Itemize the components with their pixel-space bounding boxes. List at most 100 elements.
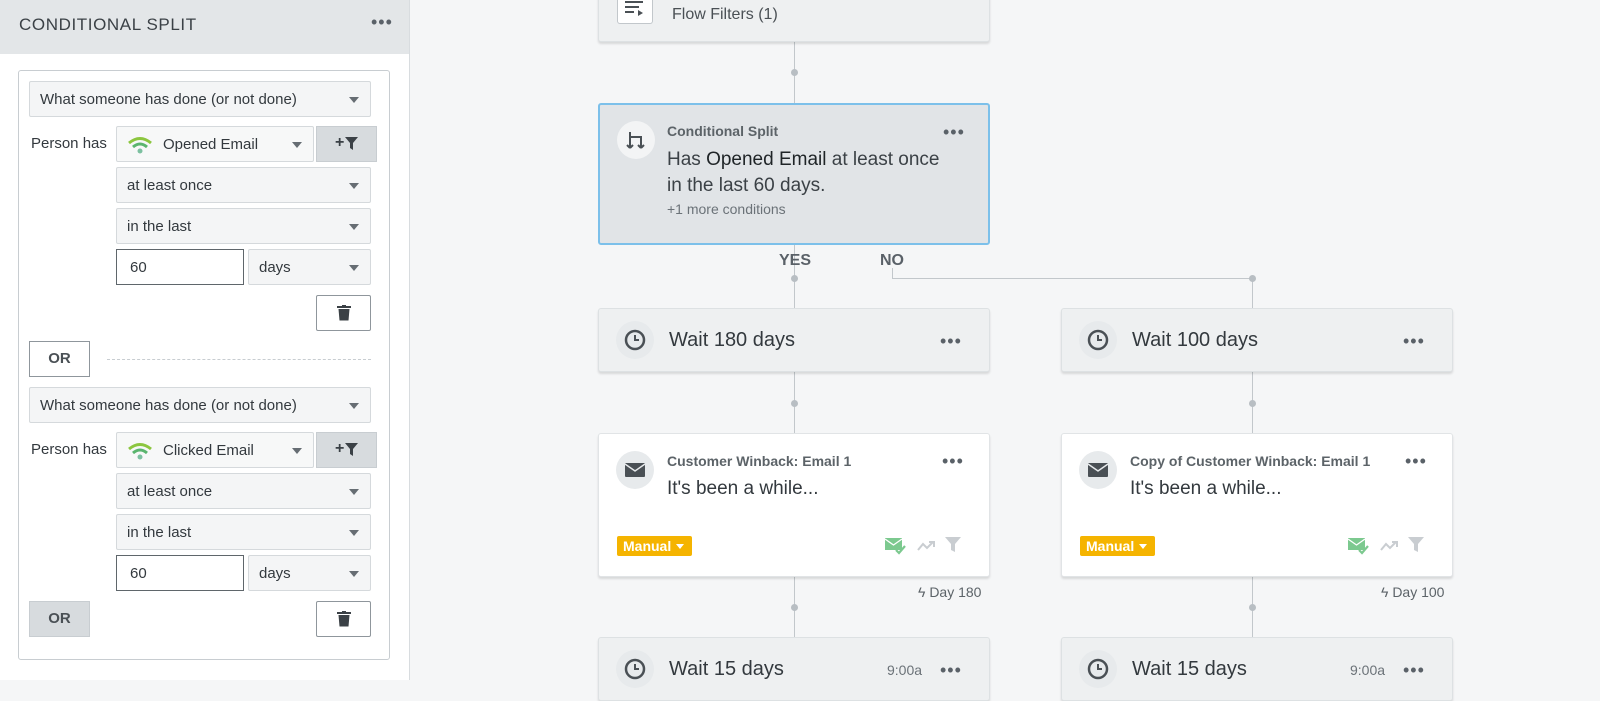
- wait-card[interactable]: Wait 15 days 9:00a •••: [1061, 637, 1453, 701]
- unit-select[interactable]: days: [248, 555, 371, 591]
- wait-card[interactable]: Wait 100 days •••: [1061, 308, 1453, 372]
- add-filter-button[interactable]: +: [316, 126, 377, 162]
- utm-tracking-icon: [917, 541, 935, 551]
- clock-icon: [624, 329, 646, 351]
- sidebar-panel: CONDITIONAL SPLIT ••• What someone has d…: [0, 0, 410, 680]
- frequency-select[interactable]: at least once: [116, 473, 371, 509]
- yes-branch-label: YES: [779, 252, 812, 269]
- utm-tracking-icon: [1380, 541, 1398, 551]
- chevron-down-icon: [292, 448, 302, 454]
- sidebar-header: CONDITIONAL SPLIT •••: [0, 0, 409, 54]
- metric-select[interactable]: Clicked Email: [116, 432, 314, 468]
- timeframe-select[interactable]: in the last: [116, 208, 371, 244]
- filter-icon: [345, 137, 358, 150]
- clock-icon: [1087, 658, 1109, 680]
- delete-condition-button[interactable]: [316, 601, 371, 637]
- status-label: Manual: [1086, 538, 1135, 554]
- email-card[interactable]: Customer Winback: Email 1 ••• It's been …: [598, 433, 990, 577]
- smart-sending-icon: [885, 538, 906, 555]
- connector-dot: [791, 275, 798, 282]
- wait-card[interactable]: Wait 180 days •••: [598, 308, 990, 372]
- wait-card[interactable]: Wait 15 days 9:00a •••: [598, 637, 990, 701]
- split-more-conditions: +1 more conditions: [667, 201, 786, 217]
- chevron-down-icon: [349, 403, 359, 409]
- more-dots-icon[interactable]: •••: [1403, 661, 1425, 679]
- email-title: Copy of Customer Winback: Email 1: [1130, 453, 1371, 469]
- conditions-box: What someone has done (or not done) Pers…: [18, 70, 390, 660]
- add-filter-button[interactable]: +: [316, 432, 377, 468]
- condition-type-value: What someone has done (or not done): [40, 397, 297, 414]
- amount-value: 60: [130, 259, 147, 276]
- day-label: ϟ Day 180: [918, 584, 981, 600]
- more-dots-icon[interactable]: •••: [1405, 452, 1427, 470]
- clock-icon-circle: [1079, 650, 1117, 688]
- split-icon-circle: [617, 121, 655, 159]
- more-dots-icon[interactable]: •••: [940, 332, 962, 350]
- sidebar-title: CONDITIONAL SPLIT: [19, 15, 197, 34]
- add-or-button[interactable]: OR: [29, 601, 90, 637]
- envelope-icon-circle: [616, 451, 654, 489]
- wait-label: Wait 15 days: [669, 658, 784, 680]
- split-text-line2: in the last 60 days.: [667, 175, 826, 196]
- wait-time: 9:00a: [887, 662, 923, 678]
- manual-status-badge[interactable]: Manual: [1080, 536, 1156, 556]
- more-dots-icon[interactable]: •••: [943, 123, 965, 141]
- wait-label: Wait 15 days: [1132, 658, 1247, 680]
- chevron-down-icon: [349, 265, 359, 271]
- flow-canvas[interactable]: Flow Filters (1) Conditional Split ••• H…: [410, 0, 1600, 701]
- day-value: Day 180: [929, 584, 982, 600]
- smart-sending-icon: [1348, 538, 1369, 555]
- clock-icon: [1087, 329, 1109, 351]
- more-dots-icon[interactable]: •••: [1403, 332, 1425, 350]
- more-dots-icon[interactable]: •••: [942, 452, 964, 470]
- amount-input[interactable]: 60: [116, 249, 244, 285]
- connector-dot: [1249, 400, 1256, 407]
- flow-filters-card[interactable]: Flow Filters (1): [598, 0, 990, 42]
- envelope-icon: [1087, 463, 1109, 477]
- frequency-value: at least once: [127, 483, 213, 500]
- day-label: ϟ Day 100: [1381, 584, 1444, 600]
- conditional-split-card[interactable]: Conditional Split ••• Has Opened Email a…: [598, 103, 990, 245]
- or-divider-line: [107, 359, 371, 360]
- connector-dot: [1249, 604, 1256, 611]
- unit-value: days: [259, 565, 291, 582]
- condition-type-select[interactable]: What someone has done (or not done): [29, 81, 371, 117]
- filter-icon: [1408, 537, 1424, 552]
- wait-label: Wait 180 days: [669, 329, 795, 351]
- flow-filters-label: Flow Filters (1): [672, 6, 778, 23]
- trash-icon: [337, 611, 351, 627]
- chevron-down-icon: [292, 142, 302, 148]
- trash-icon: [337, 305, 351, 321]
- split-text-metric: Opened Email: [706, 149, 827, 170]
- person-has-label: Person has: [31, 441, 107, 458]
- clock-icon-circle: [1079, 321, 1117, 359]
- delete-condition-button[interactable]: [316, 295, 371, 331]
- chevron-down-icon: [349, 183, 359, 189]
- email-card[interactable]: Copy of Customer Winback: Email 1 ••• It…: [1061, 433, 1453, 577]
- split-description: Has Opened Email at least once in the la…: [667, 147, 977, 199]
- split-text-post: at least once: [826, 149, 940, 170]
- more-dots-icon[interactable]: •••: [371, 13, 393, 31]
- frequency-value: at least once: [127, 177, 213, 194]
- connector-dot: [1249, 275, 1256, 282]
- condition-type-select[interactable]: What someone has done (or not done): [29, 387, 371, 423]
- timeframe-value: in the last: [127, 218, 192, 235]
- chevron-down-icon: [349, 97, 359, 103]
- amount-input[interactable]: 60: [116, 555, 244, 591]
- chevron-down-icon: [349, 530, 359, 536]
- envelope-icon: [624, 463, 646, 477]
- email-subject: It's been a while...: [1130, 478, 1282, 499]
- timeframe-select[interactable]: in the last: [116, 514, 371, 550]
- lightning-icon: ϟ: [918, 584, 930, 600]
- chevron-down-icon: [1139, 544, 1148, 549]
- manual-status-badge[interactable]: Manual: [617, 536, 693, 556]
- unit-select[interactable]: days: [248, 249, 371, 285]
- filter-list-icon: [617, 0, 653, 24]
- connector-dot: [791, 69, 798, 76]
- more-dots-icon[interactable]: •••: [940, 661, 962, 679]
- metric-value: Clicked Email: [163, 442, 254, 459]
- frequency-select[interactable]: at least once: [116, 167, 371, 203]
- lightning-icon: ϟ: [1381, 584, 1393, 600]
- or-divider-button[interactable]: OR: [29, 341, 90, 377]
- metric-select[interactable]: Opened Email: [116, 126, 314, 162]
